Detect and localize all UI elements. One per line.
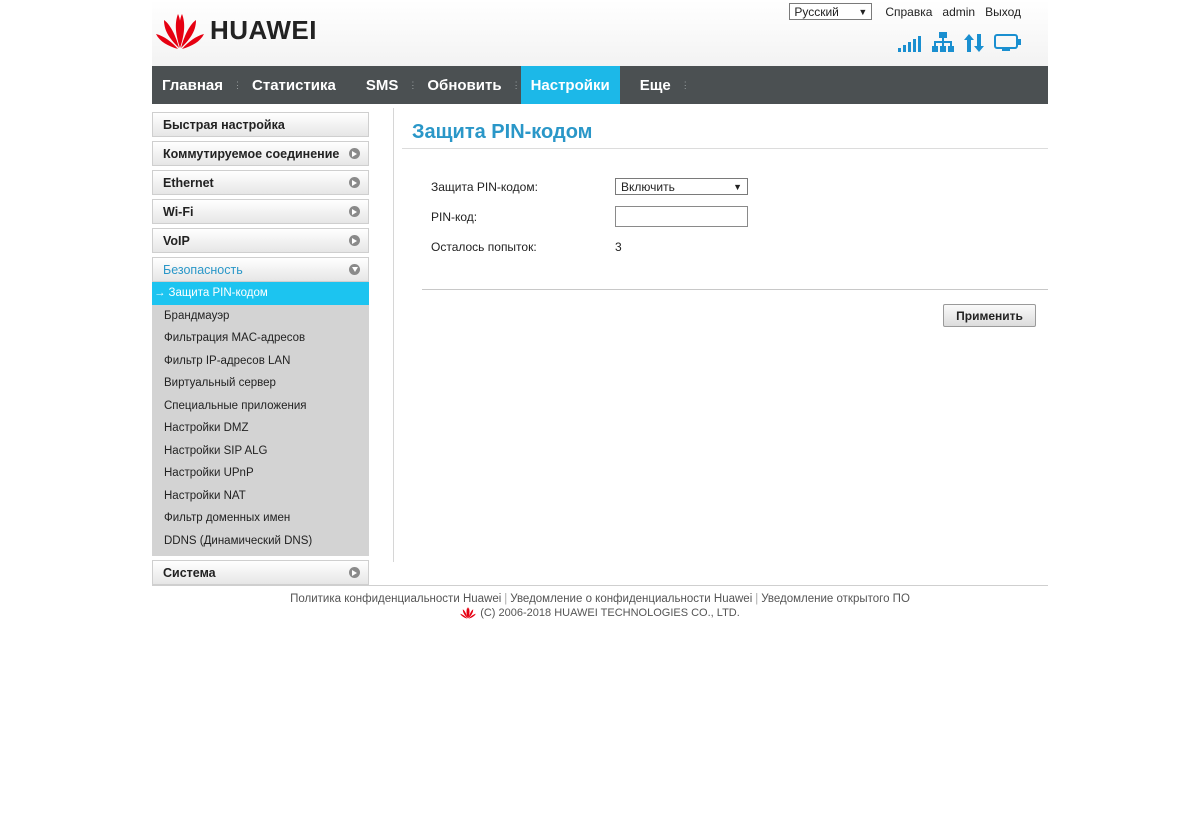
- submenu-sip-alg[interactable]: Настройки SIP ALG: [152, 440, 369, 463]
- arrow-right-icon: →: [154, 287, 166, 300]
- top-links: Русский ▼ Справка admin Выход: [789, 3, 1026, 20]
- footer-link-privacy-notice[interactable]: Уведомление о конфиденциальности Huawei: [510, 593, 752, 605]
- title-divider: [402, 148, 1048, 149]
- nav-update[interactable]: Обновить: [417, 66, 511, 104]
- chevron-down-icon: ▼: [858, 6, 868, 17]
- footer-separator: |: [755, 593, 759, 605]
- nav-separator: ⋮: [680, 79, 690, 90]
- copyright-text: (C) 2006-2018 HUAWEI TECHNOLOGIES CO., L…: [480, 606, 740, 619]
- copyright: (C) 2006-2018 HUAWEI TECHNOLOGIES CO., L…: [0, 606, 1200, 619]
- submenu-special-apps[interactable]: Специальные приложения: [152, 395, 369, 418]
- sidebar-item-label: VoIP: [163, 233, 190, 248]
- nav-settings[interactable]: Настройки: [520, 66, 620, 104]
- sidebar-item-ethernet[interactable]: Ethernet: [152, 170, 369, 195]
- submenu-mac-filter[interactable]: Фильтрация MAC-адресов: [152, 327, 369, 350]
- submenu-lan-ip-filter[interactable]: Фильтр IP-адресов LAN: [152, 350, 369, 373]
- monitor-icon: [994, 34, 1021, 51]
- nav-statistics[interactable]: Статистика: [242, 66, 346, 104]
- sidebar-item-label: Wi-Fi: [163, 204, 194, 219]
- signal-icon: [898, 36, 921, 52]
- brand-name: HUAWEI: [210, 14, 317, 45]
- chevron-right-icon: [349, 206, 360, 217]
- submenu-ddns[interactable]: DDNS (Динамический DNS): [152, 530, 369, 553]
- submenu-dmz[interactable]: Настройки DMZ: [152, 417, 369, 440]
- network-icon: [932, 32, 954, 52]
- pin-protection-label: Защита PIN-кодом:: [431, 180, 538, 194]
- nav-separator: ⋮: [408, 79, 418, 90]
- footer-separator: |: [504, 593, 508, 605]
- nav-separator: ⋮: [233, 79, 243, 90]
- header: HUAWEI Русский ▼ Справка admin Выход: [152, 0, 1048, 66]
- help-link[interactable]: Справка: [885, 5, 932, 19]
- chevron-right-icon: [349, 148, 360, 159]
- sidebar-item-label: Ethernet: [163, 175, 214, 190]
- nav-more[interactable]: Еще: [630, 66, 681, 104]
- page-title: Защита PIN-кодом: [412, 121, 593, 143]
- submenu-firewall[interactable]: Брандмауэр: [152, 305, 369, 328]
- submenu-label: Защита PIN-кодом: [168, 287, 268, 300]
- footer-links: Политика конфиденциальности Huawei | Уведо…: [0, 593, 1200, 605]
- sidebar-item-wifi[interactable]: Wi-Fi: [152, 199, 369, 224]
- submenu-domain-filter[interactable]: Фильтр доменных имен: [152, 507, 369, 530]
- sidebar-item-label: Быстрая настройка: [163, 117, 285, 132]
- sidebar: Быстрая настройка Коммутируемое соединен…: [152, 112, 369, 589]
- sidebar-item-label: Коммутируемое соединение: [163, 146, 340, 161]
- language-select[interactable]: Русский ▼: [789, 3, 873, 20]
- huawei-logo: HUAWEI: [156, 10, 317, 50]
- main-nav: Главная ⋮ Статистика SMS ⋮ Обновить ⋮ На…: [152, 66, 1048, 104]
- form-divider: [422, 289, 1048, 290]
- submenu-upnp[interactable]: Настройки UPnP: [152, 462, 369, 485]
- user-link[interactable]: admin: [942, 5, 975, 19]
- sidebar-item-label: Система: [163, 565, 216, 580]
- pin-protection-select-wrap: Включить ▼: [615, 178, 748, 195]
- data-transfer-icon: [964, 34, 984, 52]
- pin-code-label: PIN-код:: [431, 210, 478, 224]
- attempts-label: Осталось попыток:: [431, 240, 537, 254]
- attempts-value: 3: [615, 240, 622, 254]
- nav-sms[interactable]: SMS: [356, 66, 409, 104]
- router-admin-page: HUAWEI Русский ▼ Справка admin Выход Гла…: [0, 0, 1200, 826]
- language-value: Русский: [794, 4, 839, 19]
- sidebar-item-voip[interactable]: VoIP: [152, 228, 369, 253]
- logout-link[interactable]: Выход: [985, 5, 1021, 19]
- submenu-pin-protection[interactable]: → Защита PIN-кодом: [152, 282, 369, 305]
- sidebar-item-quick-setup[interactable]: Быстрая настройка: [152, 112, 369, 137]
- pin-protection-value: Включить: [621, 179, 675, 194]
- security-submenu: → Защита PIN-кодом Брандмауэр Фильтрация…: [152, 282, 369, 556]
- sidebar-item-system[interactable]: Система: [152, 560, 369, 585]
- footer-divider: [152, 585, 1048, 586]
- submenu-virtual-server[interactable]: Виртуальный сервер: [152, 372, 369, 395]
- chevron-right-icon: [349, 177, 360, 188]
- nav-separator: ⋮: [511, 79, 521, 90]
- pin-code-field-wrap: [615, 206, 748, 227]
- footer-link-open-source[interactable]: Уведомление открытого ПО: [761, 593, 910, 605]
- chevron-down-icon: ▼: [733, 181, 742, 192]
- huawei-petals-icon: [460, 607, 477, 619]
- pin-code-input[interactable]: [615, 206, 748, 227]
- submenu-nat[interactable]: Настройки NAT: [152, 485, 369, 508]
- content-divider: [393, 108, 394, 562]
- sidebar-item-dialup[interactable]: Коммутируемое соединение: [152, 141, 369, 166]
- sidebar-item-label: Безопасность: [163, 262, 243, 277]
- huawei-petals-icon: [156, 14, 204, 49]
- chevron-right-icon: [349, 235, 360, 246]
- sidebar-item-security[interactable]: Безопасность: [152, 257, 369, 282]
- footer-link-privacy-policy[interactable]: Политика конфиденциальности Huawei: [290, 593, 501, 605]
- status-icons: [898, 32, 1022, 52]
- apply-button[interactable]: Применить: [943, 304, 1036, 327]
- pin-protection-select[interactable]: Включить ▼: [615, 178, 748, 195]
- chevron-down-icon: [349, 264, 360, 275]
- chevron-right-icon: [349, 567, 360, 578]
- nav-home[interactable]: Главная: [152, 66, 233, 104]
